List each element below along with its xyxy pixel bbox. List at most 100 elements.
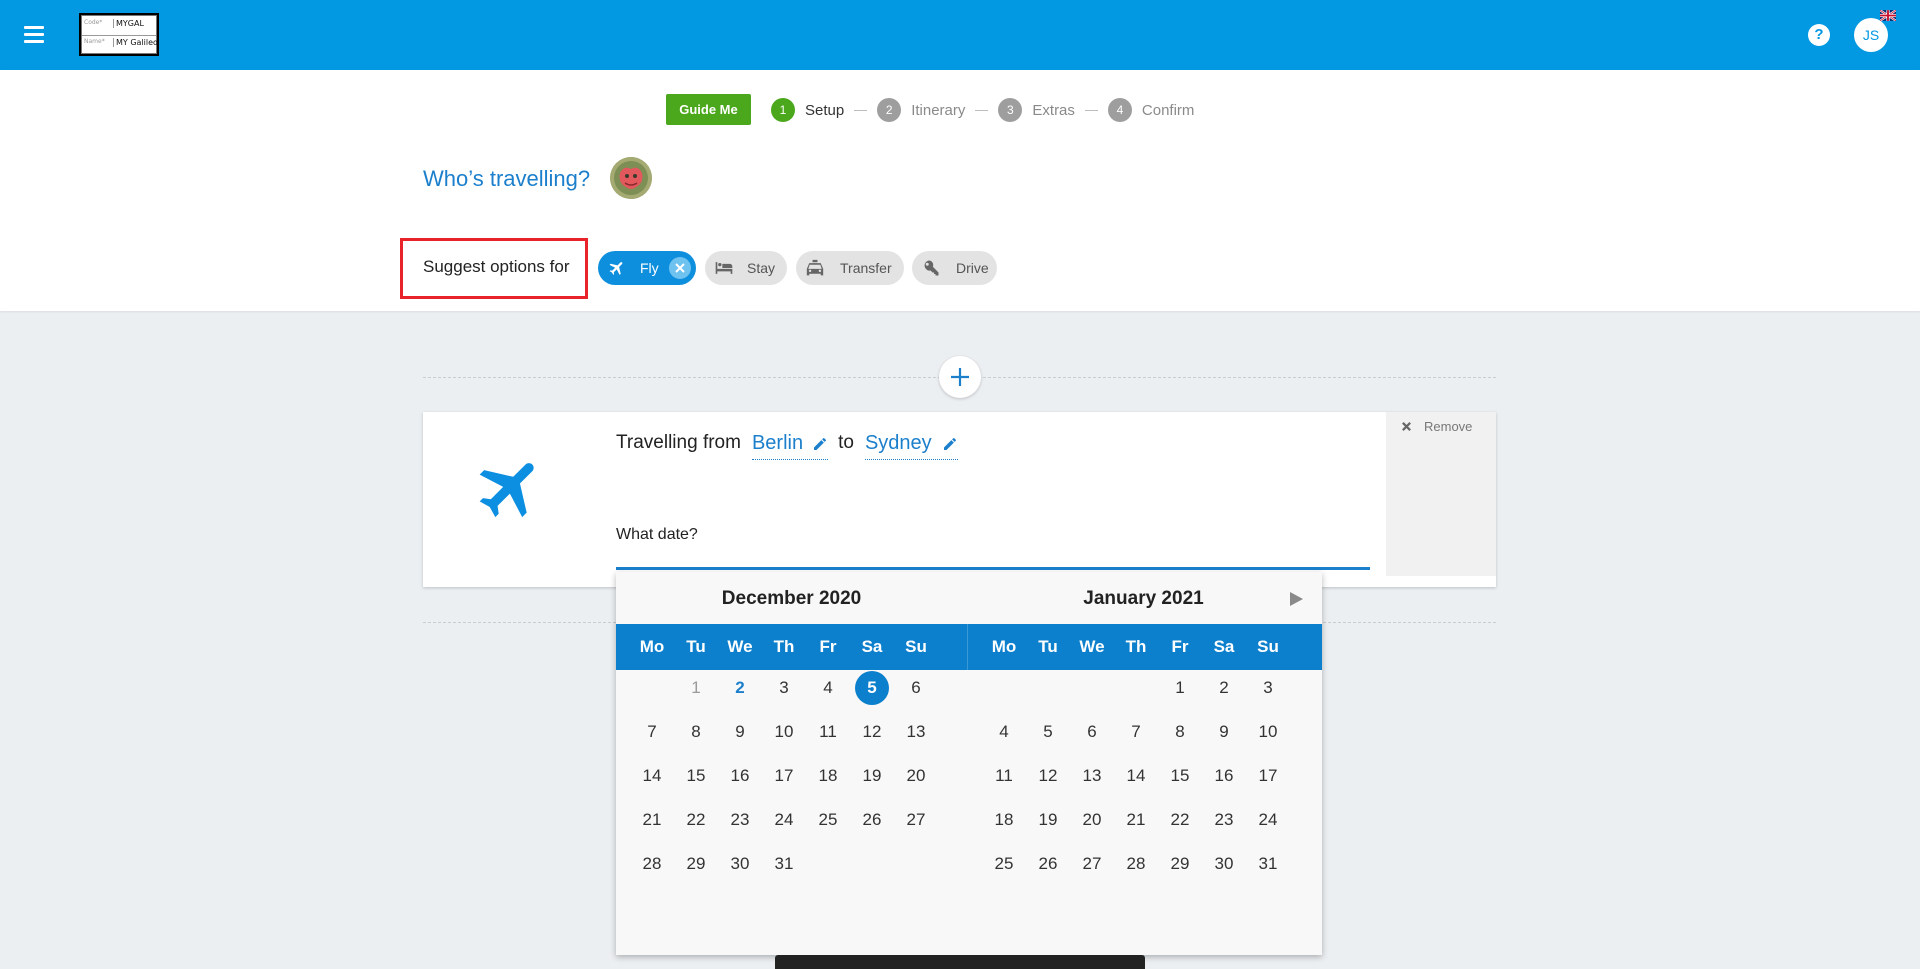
step-number: 2 xyxy=(877,98,902,122)
calendar-day[interactable]: 31 xyxy=(1250,846,1286,882)
calendar-day[interactable]: 10 xyxy=(766,714,802,750)
calendar-day[interactable]: 18 xyxy=(810,758,846,794)
calendar-day[interactable]: 9 xyxy=(1206,714,1242,750)
top-app-bar: Code* MYGAL Name* MY Galileo ? JS xyxy=(0,0,1920,70)
calendar-day[interactable]: 20 xyxy=(1074,802,1110,838)
step-extras[interactable]: 3 Extras xyxy=(998,98,1075,122)
chip-label: Stay xyxy=(747,260,776,276)
remove-button[interactable]: Remove xyxy=(1401,419,1472,434)
calendar-day[interactable]: 28 xyxy=(634,846,670,882)
calendar-day[interactable]: 5 xyxy=(1030,714,1066,750)
calendar-day[interactable]: 30 xyxy=(722,846,758,882)
car-key-icon xyxy=(920,257,942,279)
plane-icon xyxy=(606,257,628,279)
calendar-day[interactable]: 14 xyxy=(1118,758,1154,794)
calendar-day[interactable]: 7 xyxy=(634,714,670,750)
calendar-day[interactable]: 19 xyxy=(854,758,890,794)
traveller-avatar[interactable] xyxy=(610,157,652,199)
calendar-day[interactable]: 21 xyxy=(634,802,670,838)
calendar-day[interactable]: 9 xyxy=(722,714,758,750)
calendar-day[interactable]: 30 xyxy=(1206,846,1242,882)
calendar-day[interactable]: 31 xyxy=(766,846,802,882)
chip-fly[interactable]: Fly xyxy=(598,251,696,285)
calendar-day[interactable]: 3 xyxy=(766,670,802,706)
calendar-day[interactable]: 22 xyxy=(1162,802,1198,838)
weekday-label: Th xyxy=(773,637,795,656)
calendar-day[interactable]: 21 xyxy=(1118,802,1154,838)
calendar-day[interactable]: 18 xyxy=(986,802,1022,838)
calendar-day[interactable]: 23 xyxy=(1206,802,1242,838)
calendar-day[interactable]: 24 xyxy=(766,802,802,838)
calendar-day[interactable]: 15 xyxy=(678,758,714,794)
remove-fly-icon[interactable] xyxy=(668,257,691,279)
guide-me-button[interactable]: Guide Me xyxy=(666,94,751,125)
calendar-day[interactable]: 16 xyxy=(1206,758,1242,794)
calendar-day[interactable]: 6 xyxy=(1074,714,1110,750)
calendar-day[interactable]: 1 xyxy=(1162,670,1198,706)
calendar-day[interactable]: 17 xyxy=(1250,758,1286,794)
calendar-day[interactable]: 2 xyxy=(722,670,758,706)
user-avatar[interactable]: JS xyxy=(1854,18,1888,52)
calendar-day[interactable]: 4 xyxy=(810,670,846,706)
calendar-day[interactable]: 6 xyxy=(898,670,934,706)
help-icon[interactable]: ? xyxy=(1808,24,1830,46)
calendar-day[interactable]: 26 xyxy=(1030,846,1066,882)
chip-stay[interactable]: Stay xyxy=(705,251,787,285)
weekday-label: Tu xyxy=(1038,637,1058,656)
date-input[interactable] xyxy=(616,567,1370,570)
calendar-day[interactable]: 11 xyxy=(810,714,846,750)
calendar-day[interactable]: 28 xyxy=(1118,846,1154,882)
calendar-day[interactable]: 12 xyxy=(1030,758,1066,794)
step-setup[interactable]: 1 Setup xyxy=(771,98,844,122)
chip-drive[interactable]: Drive xyxy=(912,251,997,285)
calendar-day[interactable]: 13 xyxy=(898,714,934,750)
company-logo[interactable]: Code* MYGAL Name* MY Galileo xyxy=(79,13,159,56)
add-segment-button[interactable] xyxy=(939,356,981,398)
calendar-day[interactable]: 15 xyxy=(1162,758,1198,794)
origin-value: Berlin xyxy=(751,432,804,454)
calendar-day[interactable]: 26 xyxy=(854,802,890,838)
destination-field[interactable]: Sydney xyxy=(864,432,958,460)
weekday-label: Mo xyxy=(639,637,665,656)
calendar-day[interactable]: 14 xyxy=(634,758,670,794)
weekday-label: Su xyxy=(1257,637,1279,656)
calendar-day[interactable]: 7 xyxy=(1118,714,1154,750)
calendar-day[interactable]: 22 xyxy=(678,802,714,838)
chip-transfer[interactable]: Transfer xyxy=(796,251,904,285)
calendar-day[interactable]: 29 xyxy=(1162,846,1198,882)
suggest-options-label: Suggest options for xyxy=(423,257,570,276)
calendar-day[interactable]: 8 xyxy=(1162,714,1198,750)
hamburger-menu-icon[interactable] xyxy=(22,24,46,46)
origin-field[interactable]: Berlin xyxy=(751,432,829,460)
calendar-day[interactable]: 27 xyxy=(1074,846,1110,882)
step-itinerary[interactable]: 2 Itinerary xyxy=(877,98,965,122)
calendar-day[interactable]: 19 xyxy=(1030,802,1066,838)
calendar-day[interactable]: 20 xyxy=(898,758,934,794)
calendar-day[interactable]: 25 xyxy=(986,846,1022,882)
calendar-day[interactable]: 8 xyxy=(678,714,714,750)
calendar-day[interactable]: 11 xyxy=(986,758,1022,794)
calendar-day[interactable]: 25 xyxy=(810,802,846,838)
calendar-day[interactable]: 24 xyxy=(1250,802,1286,838)
uk-flag-icon[interactable] xyxy=(1880,10,1896,21)
calendar-day[interactable]: 23 xyxy=(722,802,758,838)
calendar-day[interactable]: 29 xyxy=(678,846,714,882)
calendar-day[interactable]: 3 xyxy=(1250,670,1286,706)
calendar-day[interactable]: 4 xyxy=(986,714,1022,750)
step-label: Confirm xyxy=(1141,101,1195,119)
calendar-day[interactable]: 2 xyxy=(1206,670,1242,706)
calendar-day[interactable]: 12 xyxy=(854,714,890,750)
calendar-day[interactable]: 17 xyxy=(766,758,802,794)
logo-code-value: MYGAL xyxy=(113,19,160,28)
calendar-day-selected[interactable]: 5 xyxy=(855,671,889,705)
next-month-icon[interactable] xyxy=(1290,592,1303,606)
calendar-day[interactable]: 27 xyxy=(898,802,934,838)
calendar-day[interactable]: 13 xyxy=(1074,758,1110,794)
calendar-day[interactable]: 10 xyxy=(1250,714,1286,750)
step-confirm[interactable]: 4 Confirm xyxy=(1107,98,1195,122)
step-label: Setup xyxy=(805,101,845,119)
edit-origin-icon[interactable] xyxy=(812,436,828,452)
logo-name-key: Name* xyxy=(84,37,105,45)
calendar-day[interactable]: 16 xyxy=(722,758,758,794)
edit-destination-icon[interactable] xyxy=(942,436,958,452)
